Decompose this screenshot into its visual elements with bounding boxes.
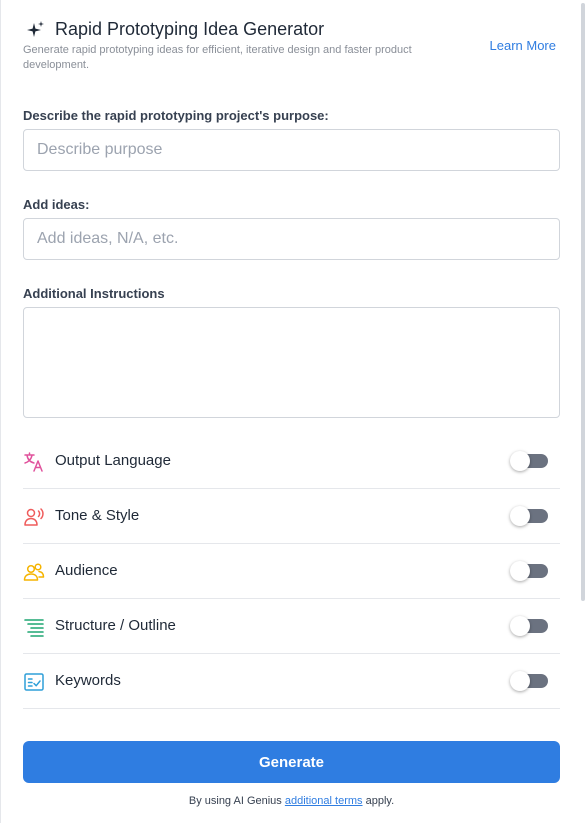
instructions-label: Additional Instructions xyxy=(23,286,165,301)
option-label: Tone & Style xyxy=(55,507,140,524)
option-label: Keywords xyxy=(55,672,121,689)
tone-style-toggle[interactable] xyxy=(510,506,548,526)
toggle-knob xyxy=(510,671,530,691)
option-keywords: Keywords xyxy=(23,654,560,709)
terms-notice: By using AI Genius additional terms appl… xyxy=(1,795,582,807)
keywords-toggle[interactable] xyxy=(510,671,548,691)
option-output-language: Output Language xyxy=(23,434,560,489)
option-label: Audience xyxy=(55,562,118,579)
structure-outline-toggle[interactable] xyxy=(510,616,548,636)
page-title: Rapid Prototyping Idea Generator xyxy=(55,19,325,39)
generate-button[interactable]: Generate xyxy=(23,741,560,783)
output-language-toggle[interactable] xyxy=(510,451,548,471)
checklist-icon xyxy=(24,673,44,691)
generator-panel: Rapid Prototyping Idea Generator Generat… xyxy=(0,0,587,823)
option-label: Structure / Outline xyxy=(55,617,176,634)
toggle-knob xyxy=(510,561,530,581)
instructions-textarea[interactable] xyxy=(23,307,560,418)
sparkle-icon xyxy=(27,21,44,37)
toggle-knob xyxy=(510,506,530,526)
voice-icon xyxy=(24,508,44,526)
ideas-input[interactable] xyxy=(23,218,560,260)
toggle-knob xyxy=(510,616,530,636)
users-icon xyxy=(23,563,45,581)
ideas-label: Add ideas: xyxy=(23,197,90,212)
option-label: Output Language xyxy=(55,452,171,469)
toggle-knob xyxy=(510,451,530,471)
option-structure-outline: Structure / Outline xyxy=(23,599,560,654)
option-tone-style: Tone & Style xyxy=(23,489,560,544)
header: Rapid Prototyping Idea Generator Generat… xyxy=(23,18,568,78)
additional-terms-link[interactable]: additional terms xyxy=(285,795,363,807)
audience-toggle[interactable] xyxy=(510,561,548,581)
learn-more-link[interactable]: Learn More xyxy=(490,38,556,53)
purpose-label: Describe the rapid prototyping project's… xyxy=(23,108,329,123)
list-icon xyxy=(24,619,44,637)
option-audience: Audience xyxy=(23,544,560,599)
page-subtitle: Generate rapid prototyping ideas for eff… xyxy=(23,44,412,71)
scrollbar[interactable] xyxy=(581,3,585,601)
terms-suffix: apply. xyxy=(365,795,395,807)
translate-icon xyxy=(24,452,43,472)
terms-prefix: By using AI Genius xyxy=(188,795,282,807)
purpose-input[interactable] xyxy=(23,129,560,171)
